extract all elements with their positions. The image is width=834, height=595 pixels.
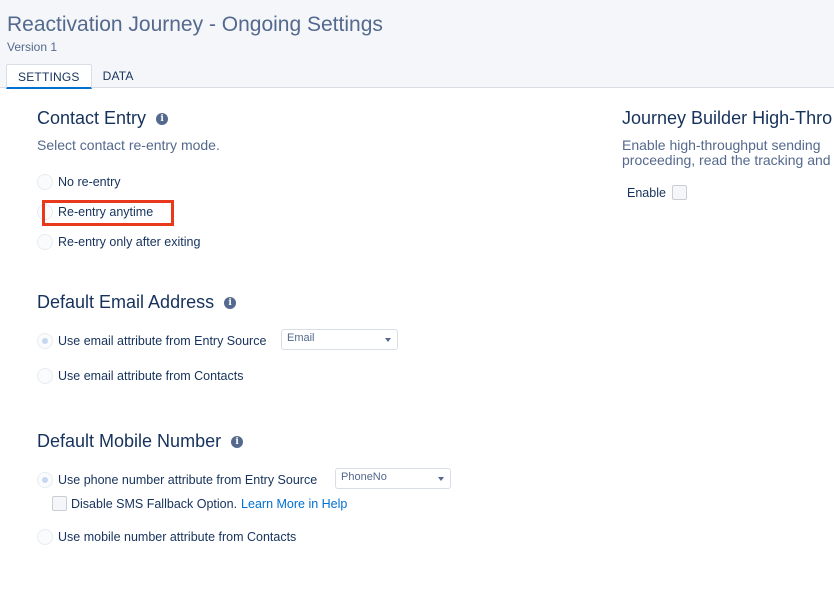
radio-no-reentry[interactable]: No re-entry — [37, 174, 121, 190]
radio-label: Use email attribute from Contacts — [58, 369, 244, 383]
header-bar: Reactivation Journey - Ongoing Settings … — [0, 0, 834, 89]
select-value: Email — [287, 332, 315, 344]
radio-button[interactable] — [37, 529, 53, 545]
caret-down-icon — [438, 477, 444, 481]
radio-phone-entry-source[interactable]: Use phone number attribute from Entry So… — [37, 472, 317, 488]
learn-more-link[interactable]: Learn More in Help — [241, 497, 347, 511]
radio-button[interactable] — [37, 174, 53, 190]
contact-entry-subtitle: Select contact re-entry mode. — [37, 137, 220, 153]
info-icon[interactable]: i — [156, 112, 169, 125]
phone-attribute-select[interactable]: PhoneNo — [335, 468, 451, 489]
radio-mobile-contacts[interactable]: Use mobile number attribute from Contact… — [37, 529, 296, 545]
tab-settings[interactable]: SETTINGS — [6, 64, 92, 89]
radio-button[interactable] — [37, 234, 53, 250]
high-throughput-text-2: proceeding, read the tracking and — [622, 152, 831, 168]
tab-data[interactable]: DATA — [92, 64, 145, 89]
radio-label: Use phone number attribute from Entry So… — [58, 473, 318, 487]
info-icon[interactable]: i — [231, 435, 244, 448]
sms-fallback-checkbox[interactable] — [52, 496, 67, 511]
enable-checkbox[interactable] — [671, 185, 687, 200]
enable-label: Enable — [627, 185, 666, 200]
radio-label: No re-entry — [58, 175, 121, 189]
sms-fallback-label: Disable SMS Fallback Option. — [71, 496, 238, 511]
radio-label: Re-entry only after exiting — [58, 235, 201, 249]
highlight-box — [42, 200, 174, 226]
enable-row: Enable — [627, 185, 687, 200]
radio-button[interactable] — [37, 368, 53, 384]
radio-email-entry-source[interactable]: Use email attribute from Entry Source — [37, 333, 266, 349]
tab-bar: SETTINGS DATA — [6, 64, 145, 89]
info-icon[interactable]: i — [224, 296, 237, 309]
contact-entry-heading: Contact Entry i — [37, 108, 169, 129]
caret-down-icon — [385, 338, 391, 342]
email-attribute-select[interactable]: Email — [281, 329, 398, 350]
high-throughput-text-1: Enable high-throughput sending — [622, 137, 821, 153]
default-mobile-title: Default Mobile Number — [37, 431, 222, 451]
page-title: Reactivation Journey - Ongoing Settings — [7, 13, 383, 36]
sms-fallback-row: Disable SMS Fallback Option. Learn More … — [52, 496, 347, 511]
version-label: Version 1 — [7, 40, 58, 54]
radio-button[interactable] — [37, 333, 53, 349]
contact-entry-title: Contact Entry — [37, 108, 147, 128]
radio-label: Use email attribute from Entry Source — [58, 334, 267, 348]
radio-label: Use mobile number attribute from Contact… — [58, 530, 297, 544]
default-email-heading: Default Email Address i — [37, 292, 237, 313]
select-value: PhoneNo — [341, 471, 387, 483]
high-throughput-title: Journey Builder High-Thro — [622, 108, 833, 128]
default-mobile-heading: Default Mobile Number i — [37, 431, 244, 452]
radio-button[interactable] — [37, 472, 53, 488]
radio-reentry-after-exiting[interactable]: Re-entry only after exiting — [37, 234, 200, 250]
default-email-title: Default Email Address — [37, 292, 215, 312]
radio-email-contacts[interactable]: Use email attribute from Contacts — [37, 368, 244, 384]
